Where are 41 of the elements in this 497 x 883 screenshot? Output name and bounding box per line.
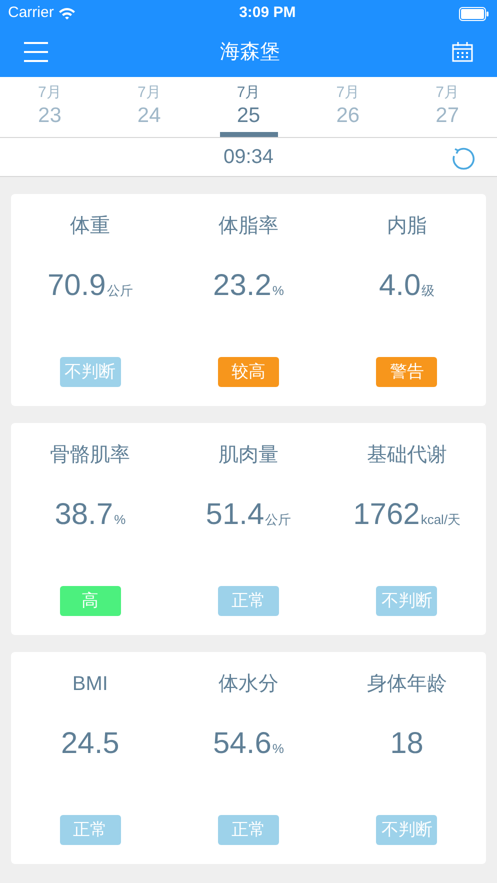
date-tab[interactable]: 7月 25 (198, 77, 298, 137)
metric-label: 体重 (70, 214, 110, 239)
status-badge: 警告 (376, 357, 438, 387)
menu-button[interactable] (24, 42, 48, 62)
status-time: 3:09 PM (239, 3, 296, 24)
metric-label: 肌肉量 (218, 443, 278, 468)
metric-value: 4.0级 (378, 268, 435, 304)
carrier-label: Carrier (8, 3, 54, 24)
status-badge: 较高 (218, 357, 279, 387)
metric-value: 23.2% (213, 268, 284, 304)
metric-value: 54.6% (213, 726, 284, 762)
status-badge: 高 (60, 586, 121, 616)
refresh-icon[interactable] (451, 146, 475, 170)
date-tab[interactable]: 7月 27 (398, 77, 497, 137)
status-badge: 不判断 (60, 357, 121, 387)
metric-label: BMI (72, 672, 108, 697)
metric-value: 38.7% (54, 496, 126, 532)
status-badge: 正常 (218, 815, 279, 845)
metric-value: 70.9公斤 (47, 268, 133, 304)
page-title: 海森堡 (220, 40, 280, 65)
metric-label: 内脂 (386, 214, 427, 239)
status-badge: 正常 (60, 815, 121, 845)
metric-value: 51.4公斤 (206, 496, 292, 532)
status-badge: 不判断 (376, 815, 438, 845)
metric-label: 体脂率 (218, 214, 278, 239)
metric-label: 基础代谢 (366, 443, 447, 468)
measure-time: 09:34 (223, 145, 274, 170)
metric-value: 18 (390, 726, 424, 762)
status-badge: 不判断 (376, 586, 438, 616)
calendar-icon[interactable] (452, 42, 473, 62)
battery-icon (458, 6, 489, 20)
wifi-icon (58, 7, 76, 20)
date-tab[interactable]: 7月 24 (99, 77, 199, 137)
metric-label: 体水分 (218, 672, 278, 697)
status-badge: 正常 (218, 586, 279, 616)
metric-label: 身体年龄 (366, 672, 447, 697)
metric-value: 24.5 (60, 726, 120, 762)
metric-label: 骨骼肌率 (50, 443, 130, 468)
date-tab[interactable]: 7月 23 (0, 77, 100, 137)
metric-value: 1762 kcal/天 (353, 496, 461, 532)
date-tab[interactable]: 7月 26 (298, 77, 398, 137)
